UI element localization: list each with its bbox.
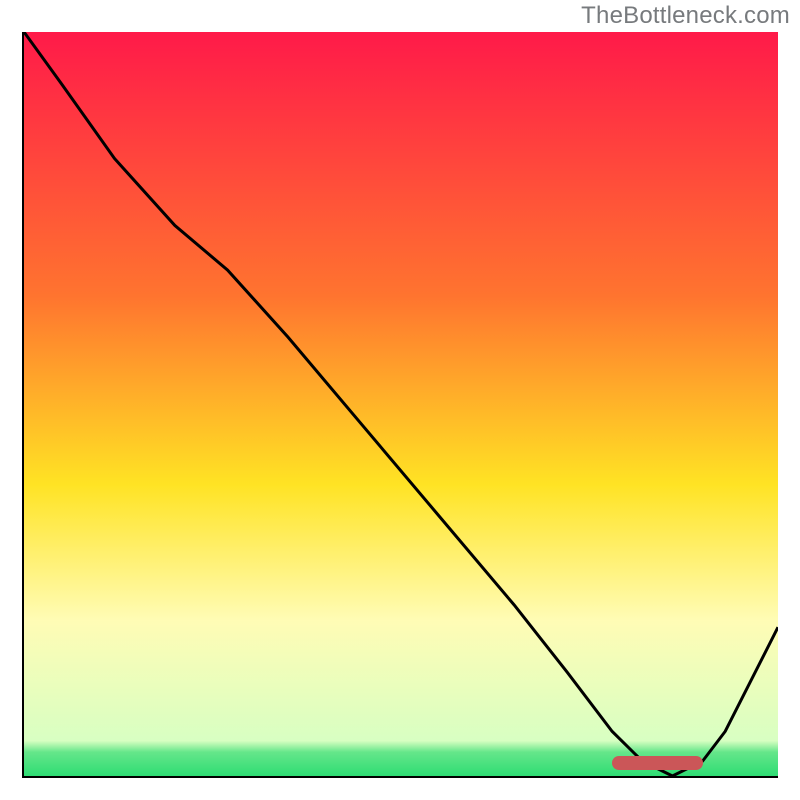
curve-path (24, 32, 778, 776)
watermark-text: TheBottleneck.com (581, 2, 790, 30)
bottleneck-curve (24, 32, 778, 776)
chart-root: TheBottleneck.com (0, 0, 800, 800)
optimal-range-marker (612, 756, 702, 770)
plot-area (22, 32, 778, 778)
